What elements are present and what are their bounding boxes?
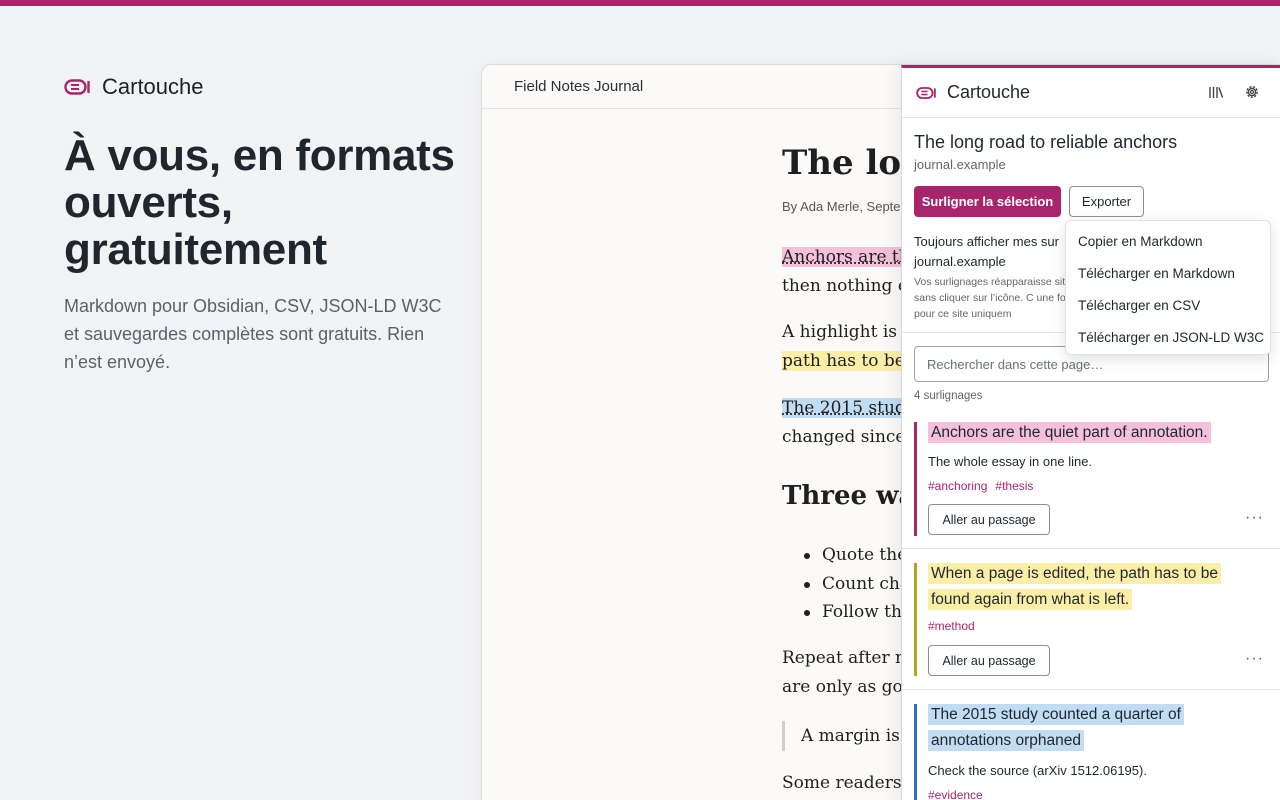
highlight-card: When a page is edited, the path has to b… [902,550,1280,690]
brand-name: Cartouche [102,74,204,100]
menu-item-copy-markdown[interactable]: Copier en Markdown [1066,225,1270,257]
more-options-icon[interactable]: ··· [1245,650,1264,668]
highlight-quote: The 2015 study counted a quarter of anno… [928,702,1208,754]
list-item: Quote the [804,541,912,570]
menu-item-download-markdown[interactable]: Télécharger en Markdown [1066,257,1270,289]
hero-subtitle: Markdown pour Obsidian, CSV, JSON-LD W3C… [64,292,454,376]
hero-title: À vous, en formats ouverts, gratuitement [64,132,464,273]
tag[interactable]: #anchoring [928,479,987,493]
highlight-card: The 2015 study counted a quarter of anno… [902,691,1280,800]
article-list: Quote the Count cha Follow the [804,541,912,627]
document-title: The long road to reliable anchors [914,132,1177,153]
article-paragraph: Anchors are the then nothing el [782,243,920,301]
highlight-color-bar [914,422,917,536]
go-to-passage-button[interactable]: Aller au passage [928,645,1050,676]
list-item: Follow the [804,598,912,627]
article-text: Repeat after m [782,648,911,668]
article-text: are only as goo [782,677,913,697]
preference-help: Vos surlignages réapparaisse site, sans … [914,274,1084,322]
list-item: Count cha [804,570,912,599]
preference-domain: journal.example [914,254,1006,269]
menu-item-download-csv[interactable]: Télécharger en CSV [1066,289,1270,321]
preference-label: Toujours afficher mes sur [914,234,1059,249]
highlight-tags: #anchoring #thesis [928,479,1041,493]
highlight-note: Check the source (arXiv 1512.06195). [928,763,1147,778]
highlight-card: Anchors are the quiet part of annotation… [902,410,1280,549]
highlight-note: The whole essay in one line. [928,454,1092,469]
export-dropdown-menu: Copier en Markdown Télécharger en Markdo… [1065,220,1271,355]
gear-icon[interactable] [1243,83,1261,101]
menu-item-download-jsonld[interactable]: Télécharger en JSON-LD W3C [1066,321,1270,353]
go-to-passage-button[interactable]: Aller au passage [928,504,1050,535]
highlight-color-bar [914,704,917,800]
extension-panel: Cartouche The long road to reliable anch… [901,65,1280,800]
article-heading: Three wa [782,481,915,511]
cartouche-logo-icon [64,78,90,96]
article-highlight-yellow[interactable]: path has to be f [782,351,917,371]
highlight-tags: #method [928,619,983,633]
brand: Cartouche [64,74,204,100]
article-byline: By Ada Merle, Septe [782,199,901,214]
always-show-preference[interactable]: Toujours afficher mes sur journal.exampl… [914,232,1074,272]
tag[interactable]: #evidence [928,788,983,800]
article-highlight-pink[interactable]: Anchors are the [782,247,920,267]
tag[interactable]: #method [928,619,975,633]
highlight-count: 4 surlignages [914,390,982,402]
panel-title: Cartouche [947,82,1030,103]
highlight-quote: Anchors are the quiet part of annotation… [928,420,1211,446]
cartouche-logo-icon [916,86,936,100]
article-text: A highlight is o [782,322,913,342]
article-text: changed since t [782,427,918,447]
document-domain: journal.example [914,157,1006,172]
article-blockquote: A margin is a [782,721,915,751]
article-paragraph: The 2015 study changed since t [782,394,918,452]
highlight-tags: #evidence [928,788,991,800]
article-text: then nothing el [782,276,913,296]
top-accent-bar [0,0,1280,6]
article-paragraph: Repeat after m are only as goo [782,644,913,702]
panel-header: Cartouche [902,68,1280,118]
highlight-color-bar [914,563,917,676]
article-paragraph: Some readers k [782,769,917,798]
library-icon[interactable] [1208,84,1224,100]
highlight-selection-button[interactable]: Surligner la sélection [914,186,1061,217]
article-highlight-blue[interactable]: The 2015 study [782,398,915,418]
export-button[interactable]: Exporter [1069,186,1144,217]
more-options-icon[interactable]: ··· [1245,509,1264,527]
article-paragraph: A highlight is o path has to be f [782,318,917,376]
highlight-quote: When a page is edited, the path has to b… [928,561,1238,613]
tag[interactable]: #thesis [995,479,1033,493]
